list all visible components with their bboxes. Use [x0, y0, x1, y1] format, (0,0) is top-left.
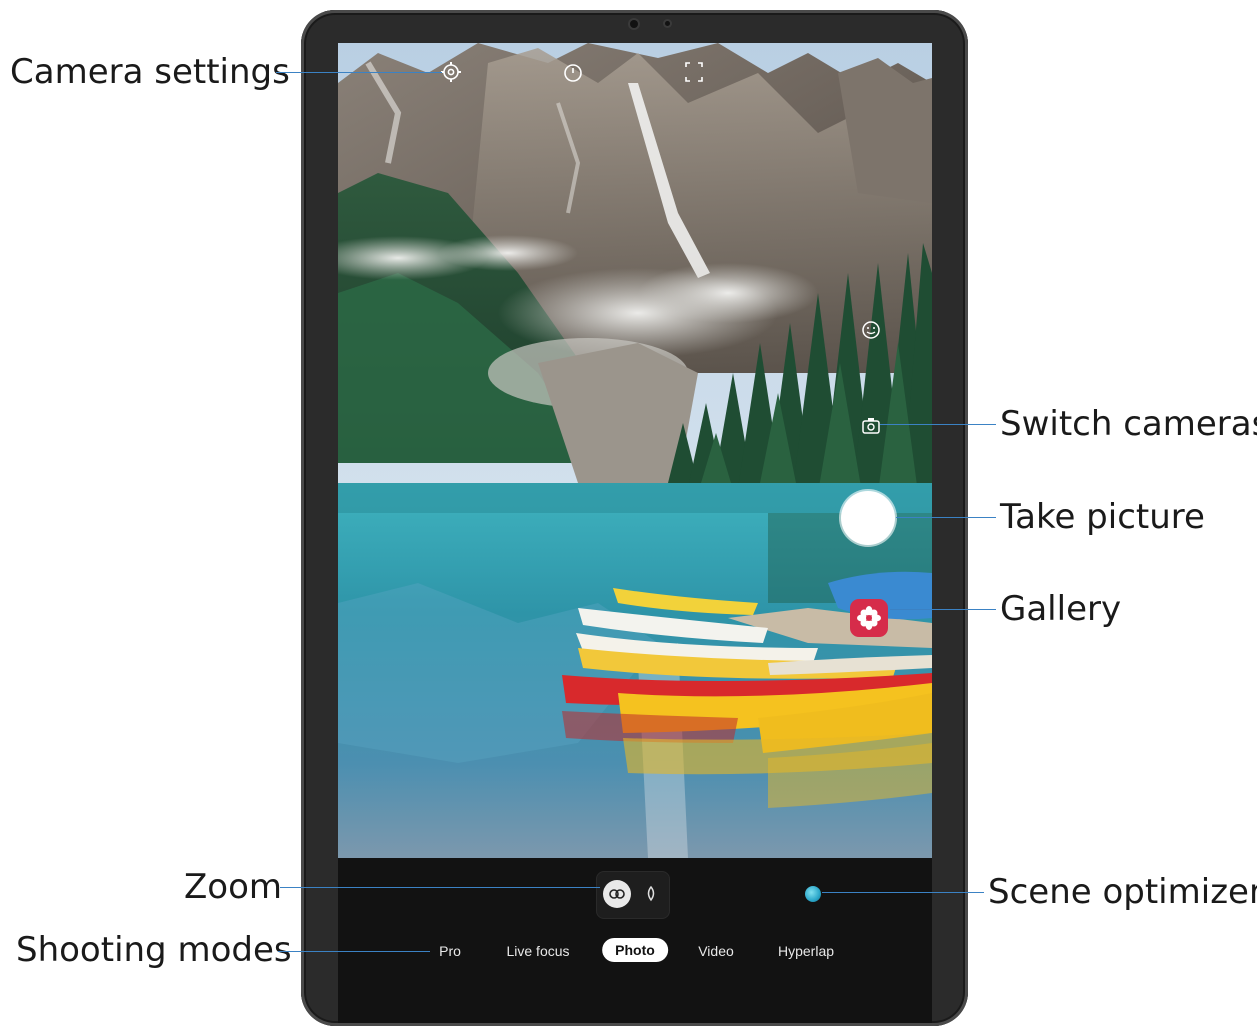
gallery-flower-icon [857, 606, 881, 630]
settings-icon[interactable] [440, 61, 462, 83]
mode-live-focus[interactable]: Live focus [506, 943, 569, 959]
sensor-dot [665, 21, 670, 26]
front-camera-lens [630, 20, 638, 28]
standard-lens-icon[interactable] [641, 884, 661, 904]
gallery-thumbnail[interactable] [850, 599, 888, 637]
callout-gallery: Gallery [1000, 589, 1122, 629]
camera-screen: Pro Live focus Photo Video Hyperlap [338, 43, 932, 1023]
switch-camera-icon[interactable] [860, 415, 882, 437]
callout-zoom: Zoom [184, 867, 283, 907]
viewfinder-scene [338, 43, 932, 858]
mode-video[interactable]: Video [698, 943, 734, 959]
timer-icon[interactable] [562, 61, 584, 83]
callout-take-picture: Take picture [1000, 497, 1205, 537]
leader-camera-settings [276, 72, 442, 73]
mode-hyperlapse[interactable]: Hyperlap [778, 943, 834, 959]
callout-scene-optimizer: Scene optimizer [988, 872, 1257, 912]
leader-zoom [280, 887, 600, 888]
zoom-selector[interactable] [596, 871, 670, 919]
face-effects-icon[interactable] [860, 319, 882, 341]
leader-switch-cameras [880, 424, 996, 425]
mode-pro[interactable]: Pro [439, 943, 461, 959]
leader-shooting-modes [278, 951, 430, 952]
wide-lens-icon[interactable] [603, 880, 631, 908]
mode-photo[interactable]: Photo [602, 938, 668, 962]
leader-gallery [890, 609, 996, 610]
scene-optimizer-button[interactable] [805, 886, 821, 902]
callout-camera-settings: Camera settings [10, 52, 290, 92]
leader-scene-optimizer [822, 892, 984, 893]
leader-take-picture [896, 517, 996, 518]
callout-switch-cameras: Switch cameras [1000, 404, 1257, 444]
callout-shooting-modes: Shooting modes [16, 930, 292, 970]
aspect-ratio-icon[interactable] [684, 61, 704, 83]
take-picture-button[interactable] [841, 491, 895, 545]
